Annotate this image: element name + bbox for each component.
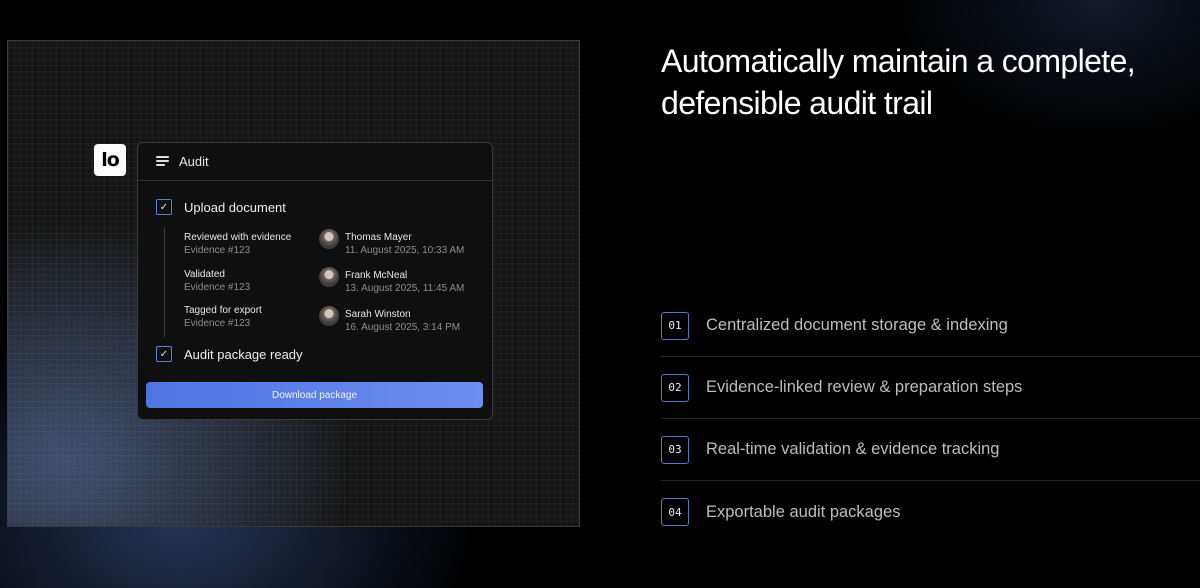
event-user: Sarah Winston [345,309,411,320]
feature-item: 02 Evidence-linked review & preparation … [661,357,1200,419]
app-logo: lo [94,144,126,176]
event-date: 16. August 2025, 3:14 PM [345,322,461,333]
event-date: 13. August 2025, 11:45 AM [345,283,465,294]
event-evidence: Evidence #123 [184,282,251,293]
audit-package-ready-checkbox[interactable]: ✓ [156,346,172,362]
download-package-button[interactable]: Download package [146,382,483,408]
audit-card-header: Audit [138,143,492,181]
audit-card: Audit ✓ Upload document Reviewed with ev… [137,142,493,420]
event-action: Validated [184,269,225,280]
feature-item: 01 Centralized document storage & indexi… [661,295,1200,357]
event-evidence: Evidence #123 [184,245,251,256]
feature-number: 04 [661,498,689,526]
event-action: Reviewed with evidence [184,232,292,243]
feature-text: Real-time validation & evidence tracking [706,440,1000,458]
audit-package-ready-label: Audit package ready [184,347,303,362]
avatar [319,229,339,249]
preview-panel: lo Audit ✓ Upload document Reviewed with… [7,40,580,527]
event-action: Tagged for export [184,305,262,316]
event-user: Thomas Mayer [345,232,412,243]
event-date: 11. August 2025, 10:33 AM [345,245,465,256]
feature-text: Evidence-linked review & preparation ste… [706,378,1023,396]
feature-number: 01 [661,311,689,340]
list-icon [156,156,169,167]
feature-item: 03 Real-time validation & evidence track… [661,419,1200,481]
feature-item: 04 Exportable audit packages [661,481,1200,543]
audit-card-title: Audit [179,154,209,169]
event-user: Frank McNeal [345,270,408,281]
feature-number: 03 [661,435,689,464]
avatar [319,267,339,287]
feature-text: Exportable audit packages [706,502,901,521]
page-headline: Automatically maintain a complete, defen… [661,43,1136,121]
feature-number: 02 [661,373,689,402]
event-evidence: Evidence #123 [184,318,251,329]
feature-text: Centralized document storage & indexing [706,316,1008,334]
avatar [319,306,339,326]
timeline-line [164,227,165,337]
upload-document-label: Upload document [184,200,286,215]
upload-document-checkbox[interactable]: ✓ [156,199,172,215]
